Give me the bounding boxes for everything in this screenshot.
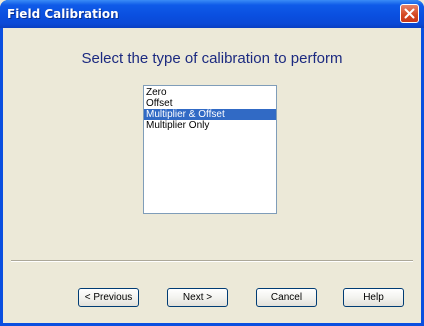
close-icon: [404, 8, 415, 19]
window-title: Field Calibration: [7, 7, 119, 21]
dialog-body: Select the type of calibration to perfor…: [3, 28, 421, 323]
help-button[interactable]: Help: [343, 288, 404, 307]
next-button[interactable]: Next >: [167, 288, 228, 307]
list-item-offset[interactable]: Offset: [144, 98, 276, 109]
list-item-zero[interactable]: Zero: [144, 87, 276, 98]
separator-line: [11, 260, 413, 262]
title-bar[interactable]: Field Calibration: [0, 0, 424, 28]
cancel-button[interactable]: Cancel: [256, 288, 317, 307]
close-button[interactable]: [400, 4, 419, 23]
field-calibration-window: Field Calibration Select the type of cal…: [0, 0, 424, 326]
list-item-multiplier-only[interactable]: Multiplier Only: [144, 120, 276, 131]
list-item-multiplier-and-offset[interactable]: Multiplier & Offset: [144, 109, 276, 120]
calibration-type-list[interactable]: Zero Offset Multiplier & Offset Multipli…: [143, 85, 277, 214]
previous-button[interactable]: < Previous: [78, 288, 139, 307]
instruction-heading: Select the type of calibration to perfor…: [81, 50, 343, 67]
